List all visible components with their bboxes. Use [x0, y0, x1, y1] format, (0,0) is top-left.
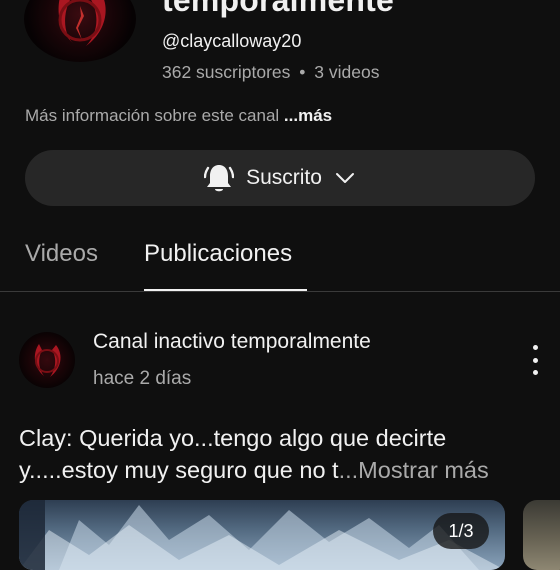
post-text-line: y.....estoy muy seguro que no t...Mostra… [19, 454, 549, 486]
post-text: Clay: Querida yo...tengo algo que decirt… [19, 422, 549, 486]
subscriber-count: 362 suscriptores [162, 62, 291, 82]
channel-handle: @claycalloway20 [162, 31, 302, 51]
post-author-avatar[interactable] [19, 332, 75, 388]
post-text-line: Clay: Querida yo...tengo algo que decirt… [19, 425, 447, 451]
channel-stats: 362 suscriptores • 3 videos [162, 62, 379, 83]
stats-separator: • [299, 62, 306, 82]
channel-about-link[interactable]: Más información sobre este canal ...más [25, 106, 332, 126]
chevron-down-icon [335, 173, 354, 183]
kebab-dot [532, 357, 538, 363]
channel-title: temporalmente [162, 0, 394, 18]
post-text-line-2: y.....estoy muy seguro que no t [19, 457, 339, 483]
subscribed-label: Suscrito [246, 166, 322, 189]
post-avatar-image [34, 344, 61, 377]
channel-avatar-image [58, 0, 106, 46]
tabs-divider [0, 291, 560, 292]
more-vertical-icon[interactable] [522, 345, 548, 375]
post-author-name[interactable]: Canal inactivo temporalmente [93, 330, 371, 354]
subscribed-button[interactable]: Suscrito [25, 150, 535, 206]
kebab-dot [532, 370, 538, 375]
show-more-link[interactable]: ...Mostrar más [339, 457, 489, 483]
tab-videos[interactable]: Videos [25, 240, 98, 268]
image-counter: 1/3 [433, 513, 489, 549]
post-timestamp: hace 2 días [93, 368, 192, 389]
about-more-link[interactable]: ...más [284, 106, 332, 125]
bell-notification-icon [204, 165, 235, 192]
kebab-dot [532, 345, 538, 350]
video-count: 3 videos [314, 62, 380, 82]
about-text: Más información sobre este canal [25, 106, 280, 125]
tab-posts[interactable]: Publicaciones [144, 240, 292, 268]
channel-avatar[interactable] [24, 0, 136, 62]
